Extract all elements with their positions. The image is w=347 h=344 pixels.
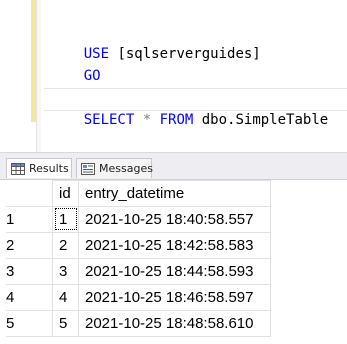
keyword-go: GO [83, 68, 101, 84]
keyword-select: SELECT [83, 112, 135, 128]
row-number[interactable]: 2 [6, 231, 53, 259]
table-row[interactable]: 1 1 2021-10-25 18:40:58.557 [6, 205, 271, 233]
table-name: dbo.SimpleTable [193, 112, 329, 128]
row-number[interactable]: 3 [6, 257, 53, 285]
cell-entry-datetime[interactable]: 2021-10-25 18:46:58.597 [78, 283, 271, 311]
database-name: [sqlserverguides] [109, 46, 261, 62]
row-number[interactable]: 5 [6, 309, 53, 337]
results-grid[interactable]: id entry_datetime 1 1 2021-10-25 18:40:5… [0, 180, 347, 344]
selection-margin [37, 0, 41, 152]
table-row[interactable]: 4 4 2021-10-25 18:46:58.597 [6, 283, 271, 311]
tab-messages[interactable]: Messages [76, 158, 153, 178]
code-line-use[interactable]: USE [sqlserverguides] [50, 23, 261, 62]
messages-icon [81, 162, 95, 175]
cell-entry-datetime[interactable]: 2021-10-25 18:40:58.557 [78, 205, 271, 233]
star-operator: * [134, 112, 160, 128]
cell-id[interactable]: 5 [52, 309, 79, 337]
cell-entry-datetime[interactable]: 2021-10-25 18:42:58.583 [78, 231, 271, 259]
cell-id[interactable]: 1 [52, 205, 79, 233]
query-editor[interactable]: USE [sqlserverguides] GO SELECT * FROM d… [0, 0, 347, 153]
tab-results[interactable]: Results [6, 158, 72, 178]
tab-results-label: Results [29, 161, 69, 175]
row-number[interactable]: 4 [6, 283, 53, 311]
code-line-go[interactable]: GO [50, 45, 101, 84]
cell-id[interactable]: 2 [52, 231, 79, 259]
cell-id[interactable]: 4 [52, 283, 79, 311]
row-number[interactable]: 1 [6, 205, 53, 233]
result-tabs: Results Messages [0, 153, 347, 180]
code-line-select[interactable]: SELECT * FROM dbo.SimpleTable [44, 88, 347, 128]
table-row[interactable]: 3 3 2021-10-25 18:44:58.593 [6, 257, 271, 285]
corner-cell[interactable] [6, 180, 53, 207]
cell-entry-datetime[interactable]: 2021-10-25 18:48:58.610 [78, 309, 271, 337]
results-table: id entry_datetime 1 1 2021-10-25 18:40:5… [6, 180, 271, 337]
cell-entry-datetime[interactable]: 2021-10-25 18:44:58.593 [78, 257, 271, 285]
column-header-id[interactable]: id [52, 180, 79, 207]
keyword-from: FROM [159, 112, 194, 128]
table-row[interactable]: 2 2 2021-10-25 18:42:58.583 [6, 231, 271, 259]
table-row[interactable]: 5 5 2021-10-25 18:48:58.610 [6, 309, 271, 337]
grid-icon [11, 162, 25, 175]
change-indicator-bar [31, 0, 36, 122]
tab-messages-label: Messages [99, 161, 153, 175]
header-row: id entry_datetime [6, 180, 271, 207]
column-header-entry-datetime[interactable]: entry_datetime [78, 180, 271, 207]
cell-id[interactable]: 3 [52, 257, 79, 285]
